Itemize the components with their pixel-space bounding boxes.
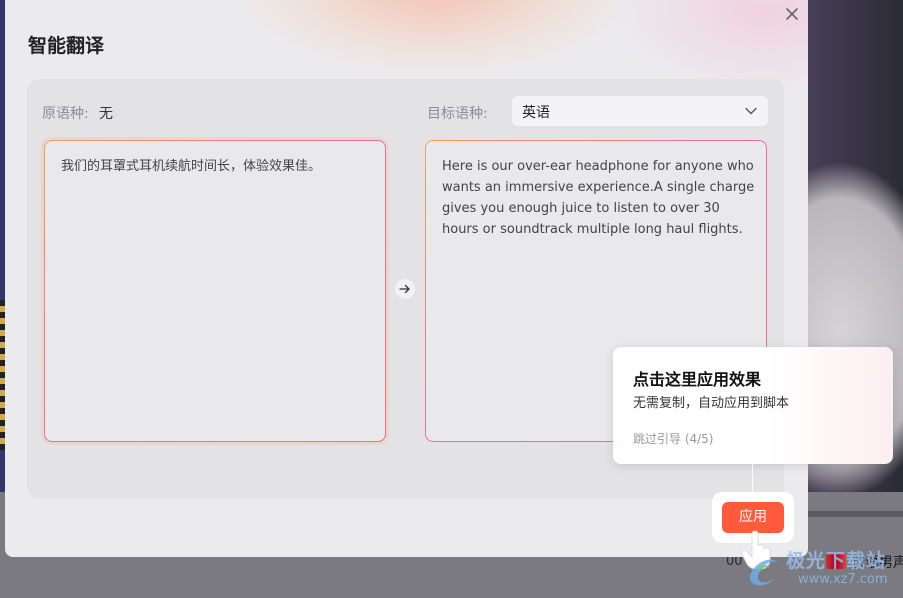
source-text: 我们的耳罩式耳机续航时间长，体验效果佳。 [61, 159, 322, 174]
close-button[interactable] [783, 5, 801, 23]
translate-arrow-button[interactable] [395, 279, 415, 299]
source-language-value: 无 [99, 106, 113, 122]
apply-button[interactable]: 应用 [722, 502, 784, 533]
guide-title: 点击这里应用效果 [633, 370, 762, 389]
voice-clip-icon [826, 553, 846, 569]
guide-description: 无需复制，自动应用到脚本 [633, 396, 790, 411]
target-language-select[interactable]: 英语 [512, 96, 768, 126]
source-language-label: 原语种: [42, 106, 89, 122]
chevron-down-icon [745, 107, 757, 115]
guide-tooltip: 点击这里应用效果 无需复制，自动应用到脚本 跳过引导 (4/5) [613, 347, 893, 464]
smart-translate-dialog: 智能翻译 原语种: 无 目标语种: 英语 我们的耳罩式耳机续航时间长，体验效果佳… [5, 0, 808, 557]
target-language-label: 目标语种: [427, 106, 488, 122]
target-language-selected: 英语 [522, 105, 550, 121]
target-text: Here is our over-ear headphone for anyon… [442, 159, 755, 237]
skip-guide-link[interactable]: 跳过引导 (4/5) [633, 430, 714, 447]
close-icon [786, 8, 798, 20]
source-text-area[interactable]: 我们的耳罩式耳机续航时间长，体验效果佳。 [44, 140, 386, 442]
arrow-right-icon [399, 284, 410, 294]
voice-track-label: 汉语男声 [851, 555, 903, 571]
timeline-track [808, 511, 903, 517]
guide-connector [752, 464, 753, 492]
dialog-title: 智能翻译 [28, 35, 105, 57]
